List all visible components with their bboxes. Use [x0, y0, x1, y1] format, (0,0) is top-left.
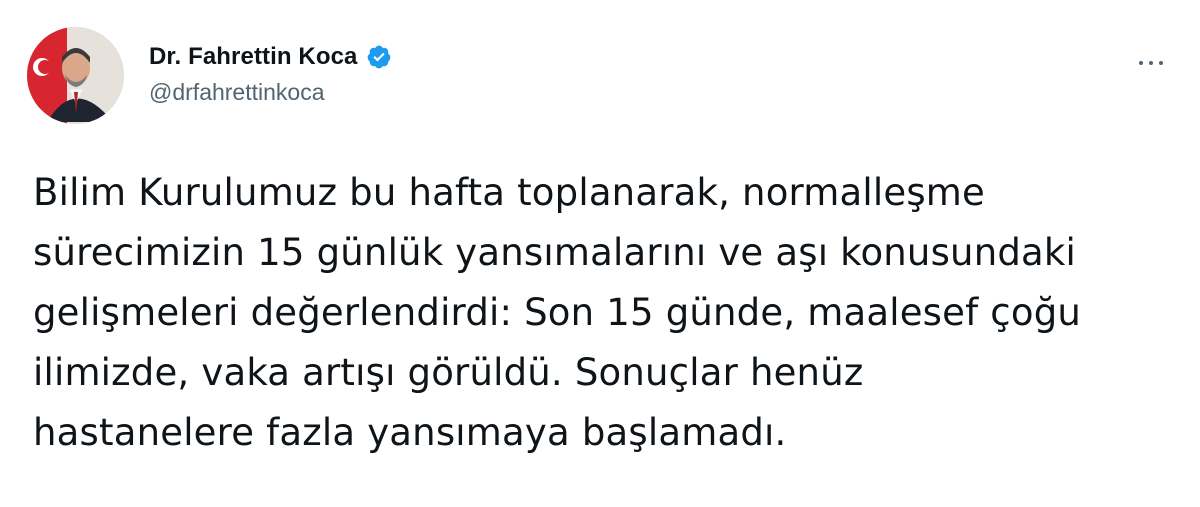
tweet-text: Bilim Kurulumuz bu hafta toplanarak, nor…	[33, 171, 1082, 454]
author-avatar[interactable]	[27, 27, 124, 124]
author-info: Dr. Fahrettin Koca @drfahrettinkoca	[149, 42, 392, 106]
tweet-header: Dr. Fahrettin Koca @drfahrettinkoca	[27, 27, 1173, 127]
more-options-icon[interactable]	[1133, 45, 1169, 81]
author-name-row: Dr. Fahrettin Koca	[149, 42, 392, 72]
more-dot	[1159, 61, 1163, 65]
more-dot	[1149, 61, 1153, 65]
verified-badge-icon	[366, 44, 392, 70]
author-display-name[interactable]: Dr. Fahrettin Koca	[149, 42, 358, 72]
tweet-card: Dr. Fahrettin Koca @drfahrettinkoca Bili…	[0, 0, 1200, 507]
more-dot	[1139, 61, 1143, 65]
profile-photo-icon	[27, 27, 124, 124]
author-handle[interactable]: @drfahrettinkoca	[149, 78, 392, 106]
